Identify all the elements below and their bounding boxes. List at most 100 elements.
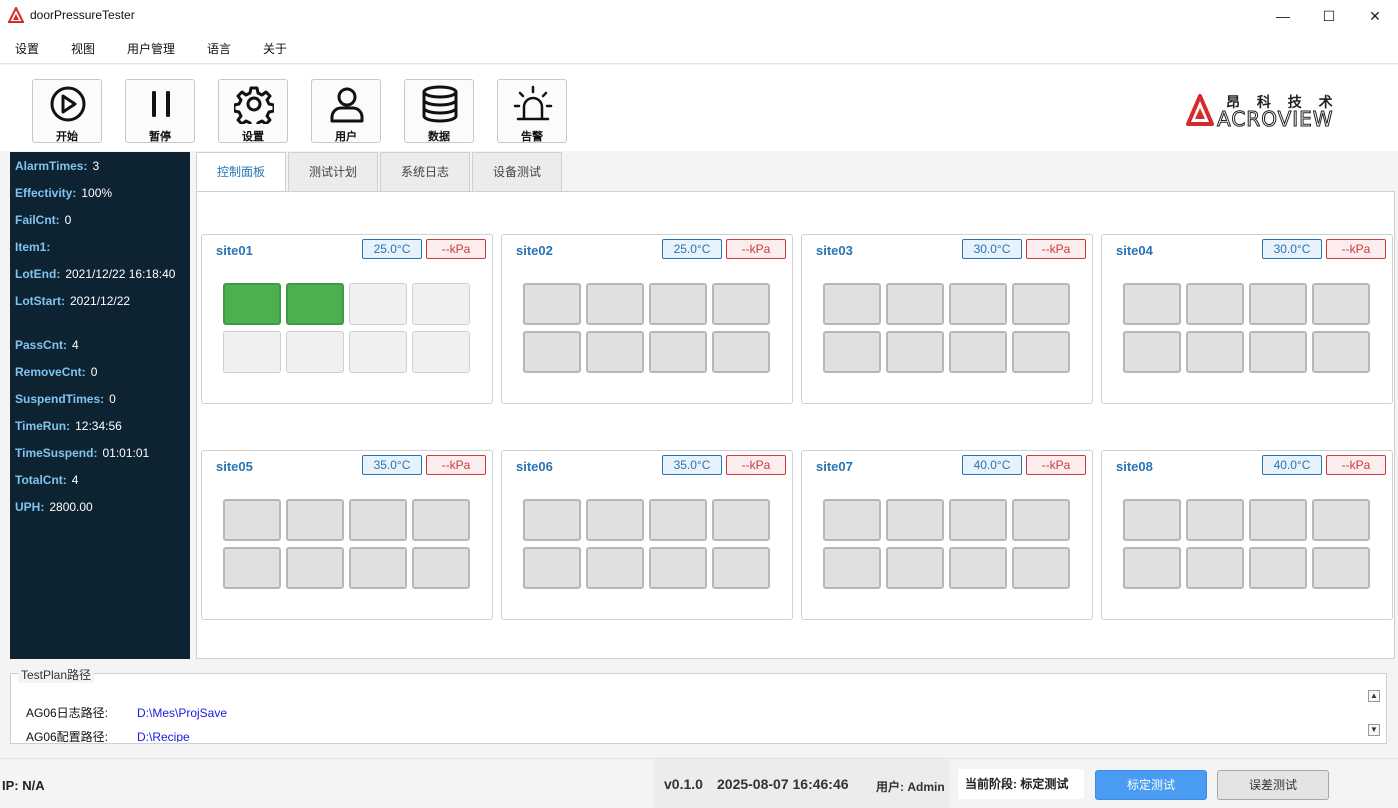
scroll-down-arrow-icon[interactable]: ▼ (1368, 724, 1380, 736)
settings-label: 设置 (242, 131, 264, 143)
alarm-icon (513, 85, 553, 121)
socket-cell[interactable] (1123, 547, 1181, 589)
site-name: site01 (216, 243, 253, 258)
alarm-button[interactable]: 告警 (497, 79, 567, 143)
socket-cell[interactable] (712, 547, 770, 589)
socket-cell[interactable] (886, 283, 944, 325)
socket-cell[interactable] (1012, 547, 1070, 589)
socket-cell[interactable] (1312, 283, 1370, 325)
testplan-scrollbar[interactable]: ▲ ▼ (1366, 688, 1382, 738)
socket-cell[interactable] (1249, 499, 1307, 541)
socket-cell[interactable] (649, 283, 707, 325)
socket-cell[interactable] (886, 331, 944, 373)
socket-cell[interactable] (412, 499, 470, 541)
socket-cell[interactable] (1186, 547, 1244, 589)
socket-cell[interactable] (649, 331, 707, 373)
socket-cell[interactable] (286, 499, 344, 541)
stat-time-run: TimeRun: 12:34:56 (15, 419, 122, 433)
socket-cell[interactable] (949, 547, 1007, 589)
data-button[interactable]: 数据 (404, 79, 474, 143)
socket-cell[interactable] (286, 331, 344, 373)
site-card: site08 40.0°C --kPa (1101, 450, 1393, 620)
socket-cell[interactable] (223, 331, 281, 373)
socket-cell[interactable] (1123, 331, 1181, 373)
menu-user-management[interactable]: 用户管理 (127, 40, 175, 57)
menu-settings[interactable]: 设置 (15, 40, 39, 57)
socket-cell[interactable] (1249, 283, 1307, 325)
socket-cell[interactable] (523, 283, 581, 325)
socket-cell[interactable] (1312, 547, 1370, 589)
error-test-button[interactable]: 误差测试 (1217, 770, 1329, 800)
socket-cell[interactable] (1249, 547, 1307, 589)
menu-view[interactable]: 视图 (71, 40, 95, 57)
socket-cell[interactable] (886, 499, 944, 541)
settings-button[interactable]: 设置 (218, 79, 288, 143)
tab-control-panel[interactable]: 控制面板 (196, 152, 286, 193)
socket-cell[interactable] (523, 331, 581, 373)
socket-cell[interactable] (586, 547, 644, 589)
socket-cell[interactable] (712, 499, 770, 541)
socket-cell[interactable] (949, 283, 1007, 325)
testplan-title: TestPlan路径 (18, 666, 95, 683)
socket-cell[interactable] (1312, 499, 1370, 541)
socket-cell[interactable] (412, 331, 470, 373)
socket-cell[interactable] (586, 283, 644, 325)
socket-cell[interactable] (949, 499, 1007, 541)
socket-cell[interactable] (223, 499, 281, 541)
socket-cell[interactable] (1186, 499, 1244, 541)
socket-cell[interactable] (949, 331, 1007, 373)
maximize-button[interactable]: ☐ (1306, 0, 1352, 32)
current-stage-label: 当前阶段: 标定测试 (958, 769, 1084, 799)
socket-cell[interactable] (1012, 331, 1070, 373)
socket-cell[interactable] (649, 547, 707, 589)
socket-cell[interactable] (823, 499, 881, 541)
scroll-up-arrow-icon[interactable]: ▲ (1368, 690, 1380, 702)
toolbar: 开始 暂停 设置 用户 数据 告警 昂 科 技 术 ACROVIEW (0, 65, 1398, 151)
start-button[interactable]: 开始 (32, 79, 102, 143)
socket-cell[interactable] (712, 283, 770, 325)
socket-cell[interactable] (1249, 331, 1307, 373)
socket-cell[interactable] (712, 331, 770, 373)
tab-test-plan[interactable]: 测试计划 (288, 152, 378, 192)
menu-about[interactable]: 关于 (263, 40, 287, 57)
socket-cell[interactable] (1186, 331, 1244, 373)
socket-cell[interactable] (349, 331, 407, 373)
socket-cell[interactable] (412, 547, 470, 589)
socket-cell[interactable] (886, 547, 944, 589)
socket-cell[interactable] (349, 283, 407, 325)
start-label: 开始 (56, 131, 78, 143)
socket-cell[interactable] (523, 499, 581, 541)
socket-cell[interactable] (286, 547, 344, 589)
minimize-button[interactable]: — (1260, 0, 1306, 32)
socket-cell[interactable] (349, 547, 407, 589)
socket-cell[interactable] (223, 547, 281, 589)
socket-cell[interactable] (286, 283, 344, 325)
socket-cell[interactable] (823, 283, 881, 325)
socket-cell[interactable] (223, 283, 281, 325)
socket-cell[interactable] (1012, 283, 1070, 325)
menu-language[interactable]: 语言 (207, 40, 231, 57)
socket-cell[interactable] (1186, 283, 1244, 325)
socket-cell[interactable] (349, 499, 407, 541)
socket-cell[interactable] (823, 331, 881, 373)
user-button[interactable]: 用户 (311, 79, 381, 143)
socket-cell[interactable] (586, 499, 644, 541)
socket-cell[interactable] (1123, 283, 1181, 325)
calibration-test-button[interactable]: 标定测试 (1095, 770, 1207, 800)
temperature-badge: 30.0°C (962, 239, 1022, 259)
socket-cell[interactable] (586, 331, 644, 373)
socket-cell[interactable] (412, 283, 470, 325)
tab-system-log[interactable]: 系统日志 (380, 152, 470, 192)
socket-cell[interactable] (1012, 499, 1070, 541)
tab-device-test[interactable]: 设备测试 (472, 152, 562, 192)
current-user-label: 用户: Admin (876, 780, 945, 794)
pressure-badge: --kPa (1326, 455, 1386, 475)
socket-cell[interactable] (1123, 499, 1181, 541)
close-button[interactable]: ✕ (1352, 0, 1398, 32)
pause-button[interactable]: 暂停 (125, 79, 195, 143)
socket-cell[interactable] (649, 499, 707, 541)
user-label: 用户 (335, 131, 357, 143)
socket-cell[interactable] (823, 547, 881, 589)
socket-cell[interactable] (523, 547, 581, 589)
socket-cell[interactable] (1312, 331, 1370, 373)
